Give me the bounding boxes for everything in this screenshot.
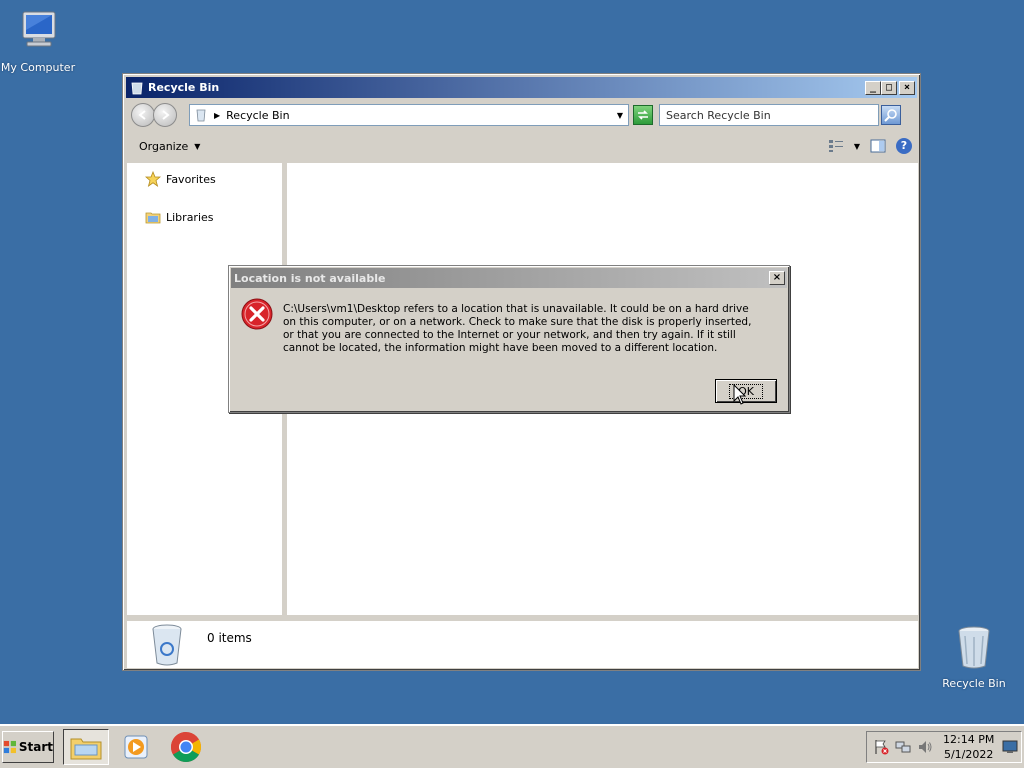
dialog-title: Location is not available xyxy=(234,271,386,285)
back-button[interactable] xyxy=(131,103,155,127)
clock-date: 5/1/2022 xyxy=(943,748,994,761)
desktop-icon-label: Recycle Bin xyxy=(942,677,1006,690)
forward-arrow-icon xyxy=(162,110,170,120)
address-bar: ▶ Recycle Bin ▼ Search Recycle Bin xyxy=(127,101,918,129)
windows-explorer-icon xyxy=(70,738,102,760)
details-pane: 0 items xyxy=(127,619,918,668)
desktop-icon-recycle-bin[interactable]: Recycle Bin xyxy=(936,624,1012,690)
refresh-icon xyxy=(638,110,648,120)
forward-button[interactable] xyxy=(153,103,177,127)
recycle-bin-icon xyxy=(152,624,182,666)
command-bar: Organize ▼ ▼ ? xyxy=(127,133,918,159)
taskbar-app-chrome[interactable] xyxy=(163,729,209,765)
preview-pane-icon[interactable] xyxy=(870,139,886,153)
windows-logo-icon xyxy=(3,740,16,754)
error-icon xyxy=(241,298,273,330)
system-tray: 12:14 PM 5/1/2022 xyxy=(866,731,1022,763)
item-count: 0 items xyxy=(207,631,252,645)
computer-icon xyxy=(22,11,56,47)
start-button[interactable]: Start xyxy=(2,731,54,763)
address-dropdown-icon[interactable]: ▼ xyxy=(612,111,628,120)
refresh-button[interactable] xyxy=(633,105,653,125)
organize-label: Organize xyxy=(139,139,189,153)
help-icon[interactable]: ? xyxy=(896,138,912,154)
libraries-icon xyxy=(145,212,161,224)
nav-item-libraries[interactable]: Libraries xyxy=(145,209,214,225)
chevron-down-icon: ▼ xyxy=(194,141,201,151)
window-titlebar[interactable]: Recycle Bin _ □ × xyxy=(126,77,917,98)
start-label: Start xyxy=(18,740,53,754)
search-input[interactable]: Search Recycle Bin xyxy=(659,104,879,126)
close-button[interactable]: × xyxy=(899,80,915,95)
media-player-icon xyxy=(124,735,148,759)
error-dialog: Location is not available × C:\Users\vm1… xyxy=(228,265,790,413)
dialog-close-button[interactable]: × xyxy=(769,271,785,285)
taskbar: Start 12:14 PM 5/1/2022 xyxy=(0,724,1024,768)
recycle-bin-icon xyxy=(131,82,143,94)
back-arrow-icon xyxy=(138,110,146,120)
window-title: Recycle Bin xyxy=(148,81,220,94)
desktop-icon-my-computer[interactable]: My Computer xyxy=(0,8,76,74)
nav-item-label: Favorites xyxy=(166,172,216,186)
dialog-titlebar[interactable]: Location is not available × xyxy=(231,268,787,288)
action-center-flag-icon[interactable] xyxy=(873,739,889,755)
recycle-bin-icon xyxy=(196,109,206,122)
address-path: Recycle Bin xyxy=(226,108,290,122)
view-options-dropdown-icon[interactable]: ▼ xyxy=(854,142,860,151)
taskbar-app-explorer[interactable] xyxy=(63,729,109,765)
volume-icon[interactable] xyxy=(917,739,933,755)
organize-menu[interactable]: Organize ▼ xyxy=(139,140,200,153)
network-icon[interactable] xyxy=(895,739,911,755)
clock-time: 12:14 PM xyxy=(943,733,995,746)
search-button[interactable] xyxy=(881,105,901,125)
mouse-cursor-icon xyxy=(733,384,747,405)
breadcrumb-arrow-icon[interactable]: ▶ xyxy=(214,111,220,120)
address-field[interactable]: ▶ Recycle Bin ▼ xyxy=(189,104,629,126)
clock[interactable]: 12:14 PM 5/1/2022 xyxy=(943,732,994,762)
recycle-bin-icon xyxy=(958,626,990,669)
taskbar-app-media-player[interactable] xyxy=(113,729,159,765)
star-icon xyxy=(145,171,161,187)
desktop-icon-label: My Computer xyxy=(0,61,76,74)
maximize-button[interactable]: □ xyxy=(881,80,897,95)
show-desktop-icon[interactable] xyxy=(1002,740,1018,754)
change-view-icon[interactable] xyxy=(828,139,844,153)
nav-item-label: Libraries xyxy=(166,210,214,224)
dialog-message: C:\Users\vm1\Desktop refers to a locatio… xyxy=(283,303,752,354)
minimize-button[interactable]: _ xyxy=(865,80,881,95)
search-icon xyxy=(884,109,897,122)
chrome-icon xyxy=(170,732,202,763)
nav-item-favorites[interactable]: Favorites xyxy=(145,171,216,187)
